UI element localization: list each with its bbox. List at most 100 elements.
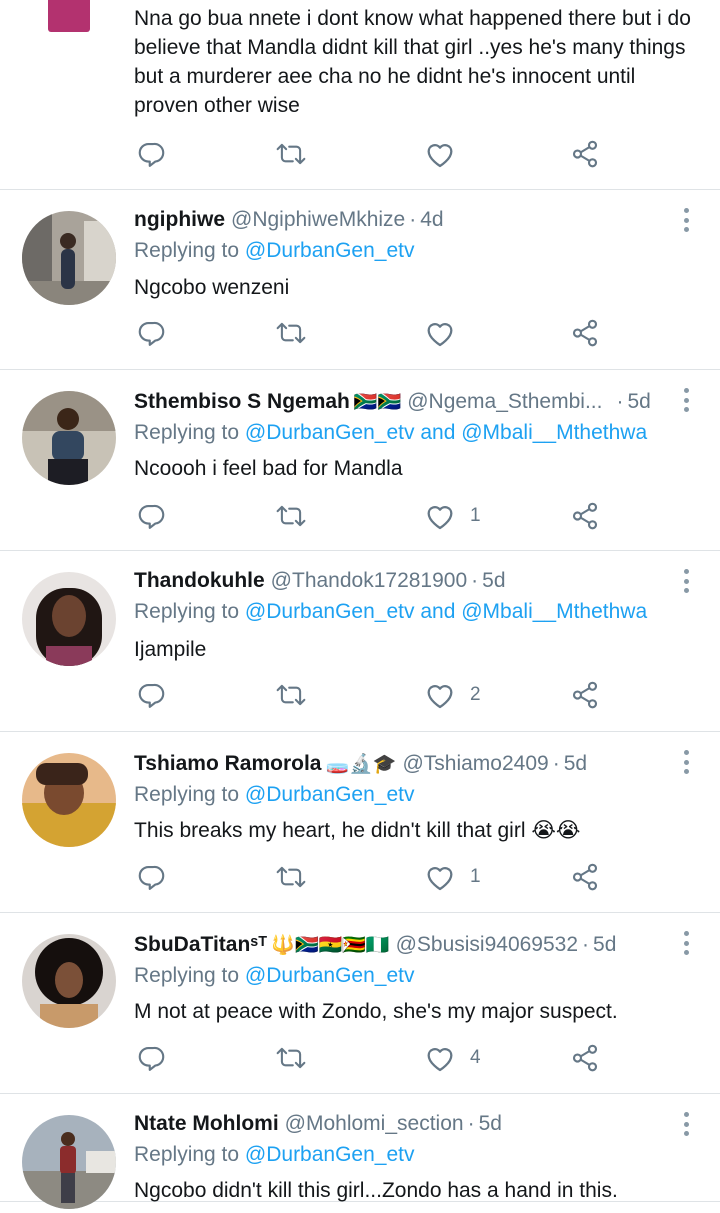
display-name[interactable]: Sthembiso S Ngemah <box>134 390 350 414</box>
like-button[interactable] <box>424 134 470 174</box>
action-bar: 4 <box>134 1038 614 1078</box>
retweet-button[interactable] <box>274 857 308 897</box>
replying-to: Replying to @DurbanGen_etv <box>134 1143 415 1167</box>
share-button[interactable] <box>570 857 600 897</box>
share-button[interactable] <box>570 675 600 715</box>
reply-button[interactable] <box>136 857 166 897</box>
action-bar <box>134 134 614 174</box>
handle[interactable]: @Sbusisi94069532 <box>396 933 578 957</box>
timestamp[interactable]: 4d <box>420 208 443 232</box>
tweet[interactable]: ngiphiwe @NgiphiweMkhize · 4d Replying t… <box>0 190 720 370</box>
reply-button[interactable] <box>136 134 166 174</box>
mention-link[interactable]: @DurbanGen_etv <box>245 964 415 987</box>
display-name[interactable]: ngiphiwe <box>134 208 225 232</box>
mention-link[interactable]: @DurbanGen_etv <box>245 421 415 444</box>
avatar[interactable] <box>22 1115 116 1209</box>
mention-link[interactable]: @Mbali__Mthethwa <box>461 600 647 623</box>
replying-to: Replying to @DurbanGen_etv <box>134 964 415 988</box>
reply-button[interactable] <box>136 313 166 353</box>
tweet-header: ngiphiwe @NgiphiweMkhize · 4d <box>134 204 664 236</box>
and-text: and <box>420 421 456 444</box>
timestamp[interactable]: 5d <box>627 390 650 414</box>
action-bar <box>134 313 614 353</box>
retweet-icon <box>276 143 306 165</box>
tweet[interactable]: Sthembiso S Ngemah 🇿🇦🇿🇦 @Ngema_Sthembi..… <box>0 370 720 551</box>
like-button[interactable]: 1 <box>424 857 481 897</box>
tweet[interactable]: Ntate Mohlomi @Mohlomi_section · 5d Repl… <box>0 1094 720 1209</box>
replying-to-label: Replying to <box>134 239 240 262</box>
avatar[interactable] <box>22 211 116 305</box>
tweet-text: Ijampile <box>134 638 207 661</box>
separator-dot: · <box>582 933 590 956</box>
reply-icon <box>138 683 165 708</box>
display-name[interactable]: Ntate Mohlomi <box>134 1112 279 1136</box>
separator-dot: · <box>471 569 479 592</box>
like-count: 2 <box>470 684 481 705</box>
separator-dot: · <box>552 752 560 775</box>
more-vertical-icon[interactable] <box>684 931 690 955</box>
display-name[interactable]: Thandokuhle <box>134 569 265 593</box>
reply-button[interactable] <box>136 496 166 536</box>
retweet-button[interactable] <box>274 134 308 174</box>
more-vertical-icon[interactable] <box>684 208 690 232</box>
mention-link[interactable]: @DurbanGen_etv <box>245 600 415 623</box>
avatar[interactable] <box>22 572 116 666</box>
like-button[interactable]: 2 <box>424 675 481 715</box>
share-button[interactable] <box>570 134 600 174</box>
retweet-button[interactable] <box>274 313 308 353</box>
handle[interactable]: @Ngema_Sthembi... <box>407 390 602 414</box>
more-vertical-icon[interactable] <box>684 388 690 412</box>
replying-to-label: Replying to <box>134 783 240 806</box>
like-button[interactable]: 1 <box>424 496 481 536</box>
tweet-header: Tshiamo Ramorola 🧫🔬🎓 @Tshiamo2409 · 5d <box>134 748 664 780</box>
avatar[interactable] <box>22 934 116 1028</box>
mention-link[interactable]: @DurbanGen_etv <box>245 239 415 262</box>
handle[interactable]: @Mohlomi_section <box>285 1112 464 1136</box>
like-button[interactable]: 4 <box>424 1038 481 1078</box>
share-icon <box>572 681 598 709</box>
avatar[interactable] <box>22 391 116 485</box>
replying-to: Replying to @DurbanGen_etv <box>134 783 415 807</box>
handle[interactable]: @Tshiamo2409 <box>402 752 548 776</box>
handle[interactable]: @Thandok17281900 <box>271 569 467 593</box>
replying-to-label: Replying to <box>134 421 240 444</box>
retweet-icon <box>276 505 306 527</box>
mention-link[interactable]: @DurbanGen_etv <box>245 1143 415 1166</box>
avatar[interactable] <box>48 0 90 32</box>
retweet-icon <box>276 1047 306 1069</box>
handle[interactable]: @NgiphiweMkhize <box>231 208 405 232</box>
retweet-button[interactable] <box>274 1038 308 1078</box>
share-button[interactable] <box>570 1038 600 1078</box>
timestamp[interactable]: 5d <box>593 933 616 957</box>
timestamp[interactable]: 5d <box>479 1112 502 1136</box>
timestamp[interactable]: 5d <box>482 569 505 593</box>
display-name[interactable]: Tshiamo Ramorola <box>134 752 321 776</box>
avatar[interactable] <box>22 753 116 847</box>
mention-link[interactable]: @DurbanGen_etv <box>245 783 415 806</box>
display-name[interactable]: SbuDaTitanˢᵀ <box>134 933 267 957</box>
reply-feed: Nna go bua nnete i dont know what happen… <box>0 0 720 1213</box>
retweet-button[interactable] <box>274 675 308 715</box>
share-button[interactable] <box>570 496 600 536</box>
timestamp[interactable]: 5d <box>564 752 587 776</box>
name-emoji: 🧫🔬🎓 <box>325 754 397 775</box>
retweet-icon <box>276 322 306 344</box>
tweet-header: Ntate Mohlomi @Mohlomi_section · 5d <box>134 1108 664 1140</box>
more-vertical-icon[interactable] <box>684 750 690 774</box>
more-vertical-icon[interactable] <box>684 569 690 593</box>
share-button[interactable] <box>570 313 600 353</box>
retweet-button[interactable] <box>274 496 308 536</box>
name-emoji: 🔱🇿🇦🇬🇭🇿🇼🇳🇬 <box>271 935 390 956</box>
share-icon <box>572 140 598 168</box>
mention-link[interactable]: @Mbali__Mthethwa <box>461 421 647 444</box>
tweet[interactable]: SbuDaTitanˢᵀ 🔱🇿🇦🇬🇭🇿🇼🇳🇬 @Sbusisi94069532 … <box>0 913 720 1094</box>
replying-to-label: Replying to <box>134 600 240 623</box>
reply-button[interactable] <box>136 1038 166 1078</box>
tweet[interactable]: Tshiamo Ramorola 🧫🔬🎓 @Tshiamo2409 · 5d R… <box>0 732 720 913</box>
reply-button[interactable] <box>136 675 166 715</box>
more-vertical-icon[interactable] <box>684 1112 690 1136</box>
tweet[interactable]: Thandokuhle @Thandok17281900 · 5d Replyi… <box>0 551 720 732</box>
tweet[interactable]: Nna go bua nnete i dont know what happen… <box>0 0 720 190</box>
like-button[interactable] <box>424 313 470 353</box>
heart-icon <box>427 144 453 168</box>
